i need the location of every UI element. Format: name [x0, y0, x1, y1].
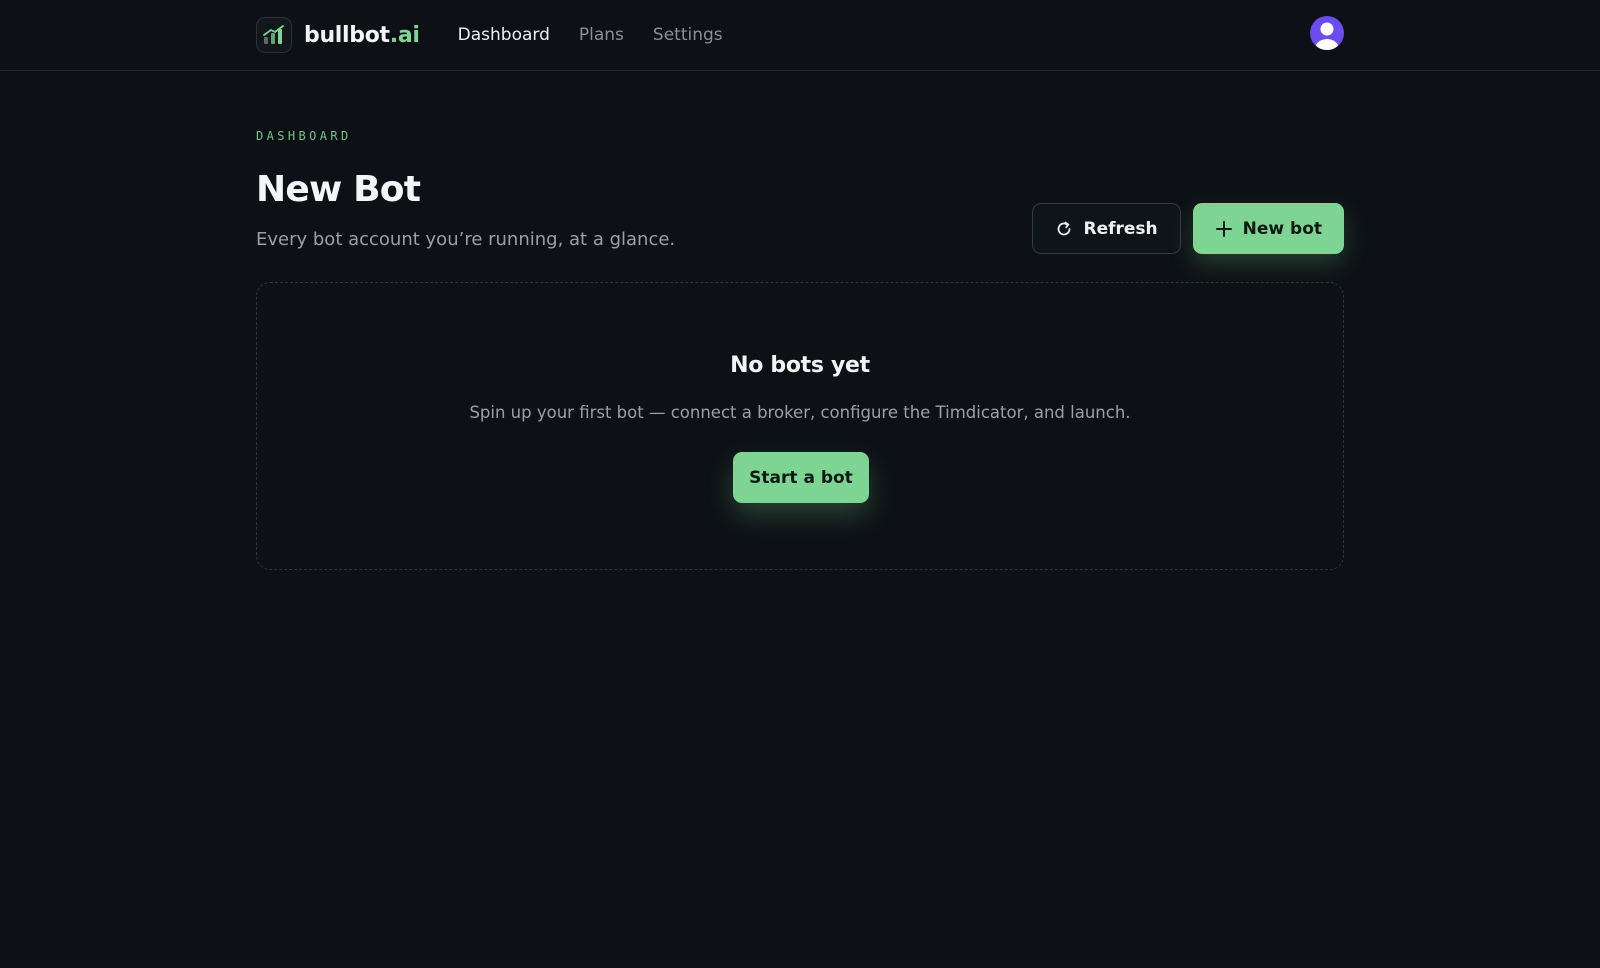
- empty-state-title: No bots yet: [730, 353, 870, 378]
- page-actions: Refresh New bot: [1032, 203, 1344, 254]
- empty-state-card: No bots yet Spin up your first bot — con…: [256, 282, 1344, 570]
- chart-bars-icon[interactable]: [256, 17, 292, 53]
- refresh-icon: [1055, 220, 1073, 238]
- page-subtitle: Every bot account you’re running, at a g…: [256, 229, 676, 250]
- nav-settings[interactable]: Settings: [653, 25, 723, 45]
- nav-dashboard[interactable]: Dashboard: [458, 25, 550, 45]
- brand-name[interactable]: bullbot.ai: [304, 23, 420, 48]
- start-bot-button[interactable]: Start a bot: [733, 452, 869, 503]
- refresh-button[interactable]: Refresh: [1032, 203, 1181, 254]
- new-bot-label: New bot: [1242, 218, 1322, 239]
- empty-state-text: Spin up your first bot — connect a broke…: [469, 403, 1131, 422]
- plus-icon: [1215, 220, 1233, 238]
- main-nav: Dashboard Plans Settings: [458, 25, 723, 45]
- page-eyebrow: DASHBOARD: [256, 129, 352, 143]
- brand-suffix: .ai: [389, 22, 420, 48]
- user-avatar-icon[interactable]: [1310, 16, 1344, 50]
- navbar-inner: bullbot.ai Dashboard Plans Settings: [256, 0, 1344, 70]
- page-title: New Bot: [256, 169, 421, 210]
- nav-plans[interactable]: Plans: [579, 25, 624, 45]
- refresh-label: Refresh: [1083, 218, 1158, 239]
- brand-name-text: bullbot: [304, 22, 390, 48]
- new-bot-button[interactable]: New bot: [1192, 203, 1344, 254]
- top-navbar: bullbot.ai Dashboard Plans Settings: [0, 0, 1600, 71]
